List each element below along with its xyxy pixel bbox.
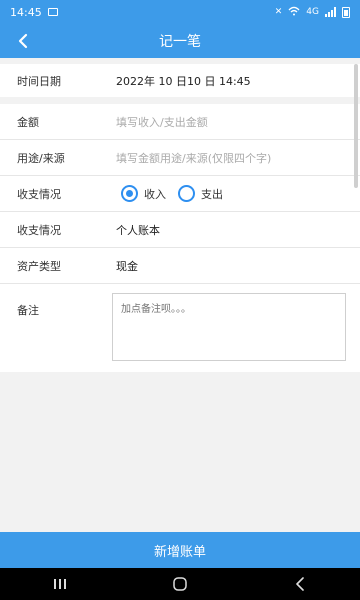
bill-form: 时间日期 2022年 10 日10 日 14:45 金额 填写收入/支出金额 用… xyxy=(0,64,360,372)
status-time: 14:45 xyxy=(10,5,42,19)
network-label: 4G xyxy=(306,7,319,17)
home-icon xyxy=(173,577,187,591)
amount-row: 金额 填写收入/支出金额 xyxy=(0,104,360,140)
amount-input[interactable]: 填写收入/支出金额 xyxy=(116,114,208,130)
note-label: 备注 xyxy=(17,304,39,317)
chevron-left-icon xyxy=(18,33,28,49)
expense-radio[interactable] xyxy=(178,185,195,202)
battery-icon xyxy=(342,6,350,18)
gallery-icon xyxy=(47,8,58,16)
note-textarea[interactable] xyxy=(112,293,346,361)
asset-label: 资产类型 xyxy=(17,259,61,273)
purpose-input[interactable]: 填写金额用途/来源(仅限四个字) xyxy=(116,150,271,166)
datetime-label: 时间日期 xyxy=(17,74,61,88)
account-row[interactable]: 收支情况 个人账本 xyxy=(0,212,360,248)
signal-icon xyxy=(325,7,336,17)
recent-apps-icon xyxy=(54,579,66,589)
type-label: 收支情况 xyxy=(17,187,61,201)
asset-row[interactable]: 资产类型 现金 xyxy=(0,248,360,284)
purpose-row: 用途/来源 填写金额用途/来源(仅限四个字) xyxy=(0,140,360,176)
section-divider xyxy=(0,97,360,104)
mute-icon: ✕ xyxy=(274,7,283,17)
home-button[interactable] xyxy=(160,572,200,596)
status-bar: 14:45 ✕ 4G xyxy=(0,0,360,24)
amount-label: 金额 xyxy=(17,115,39,129)
purpose-label: 用途/来源 xyxy=(17,151,65,165)
expense-label[interactable]: 支出 xyxy=(201,186,223,202)
wifi-icon xyxy=(288,6,300,19)
datetime-row[interactable]: 时间日期 2022年 10 日10 日 14:45 xyxy=(0,64,360,97)
income-label[interactable]: 收入 xyxy=(144,186,166,202)
back-icon xyxy=(296,577,304,591)
system-nav-bar xyxy=(0,568,360,600)
asset-value[interactable]: 现金 xyxy=(116,258,138,274)
recent-apps-button[interactable] xyxy=(40,572,80,596)
income-radio[interactable] xyxy=(121,185,138,202)
add-bill-button[interactable]: 新增账单 xyxy=(0,532,360,568)
account-value[interactable]: 个人账本 xyxy=(116,222,160,238)
type-radio-group: 收入 支出 xyxy=(121,185,229,202)
account-label: 收支情况 xyxy=(17,223,61,237)
datetime-value[interactable]: 2022年 10 日10 日 14:45 xyxy=(116,73,251,89)
back-button[interactable] xyxy=(10,28,36,54)
type-row: 收支情况 收入 支出 xyxy=(0,176,360,212)
nav-back-button[interactable] xyxy=(280,572,320,596)
page-title: 记一笔 xyxy=(159,34,201,50)
app-bar: 记一笔 xyxy=(0,24,360,58)
scrollbar[interactable] xyxy=(354,64,358,188)
